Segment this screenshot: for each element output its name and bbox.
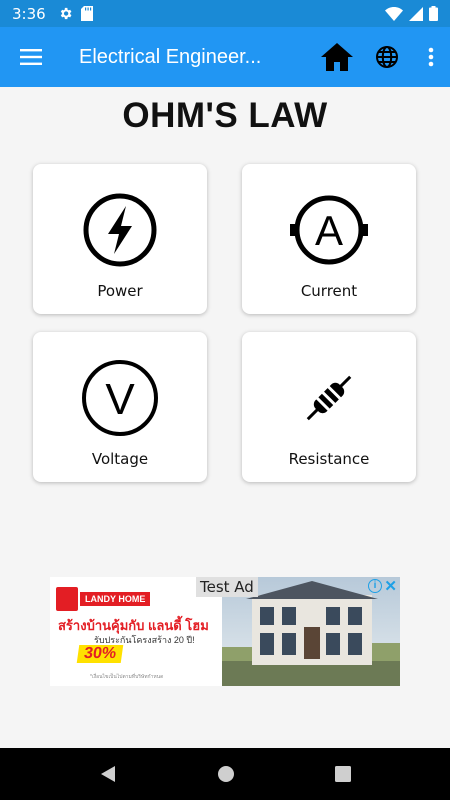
resistor-icon — [289, 358, 369, 438]
ad-info-icon[interactable]: i — [368, 579, 382, 593]
status-bar: 3:36 — [0, 0, 450, 27]
hamburger-menu-icon — [20, 49, 42, 65]
system-nav-bar — [0, 748, 450, 800]
ad-close-icon[interactable]: ✕ — [384, 577, 397, 595]
current-card[interactable]: A Current — [242, 164, 416, 314]
ad-banner[interactable]: LANDY HOME สร้างบ้านคุ้มกับ แลนดี้ โฮม ร… — [50, 577, 400, 686]
sd-card-icon — [80, 6, 93, 21]
home-nav-icon[interactable] — [217, 765, 235, 783]
overflow-menu-button[interactable] — [412, 27, 450, 87]
ad-label: Test Ad — [196, 577, 258, 597]
app-title: Electrical Engineer... — [79, 45, 262, 68]
svg-text:A: A — [315, 207, 343, 254]
cell-signal-icon — [409, 6, 423, 21]
power-label: Power — [97, 282, 143, 300]
voltage-card[interactable]: V Voltage — [33, 332, 207, 482]
recents-icon[interactable] — [335, 766, 351, 782]
app-bar: Electrical Engineer... — [0, 27, 450, 87]
more-vert-icon — [428, 47, 434, 67]
power-card[interactable]: Power — [33, 164, 207, 314]
settings-gear-icon — [60, 7, 72, 20]
menu-button[interactable] — [0, 27, 62, 87]
home-button[interactable] — [312, 27, 362, 87]
resistance-label: Resistance — [288, 450, 370, 468]
current-label: Current — [300, 282, 358, 300]
back-icon[interactable] — [99, 765, 117, 783]
resistance-card[interactable]: Resistance — [242, 332, 416, 482]
language-button[interactable] — [362, 27, 412, 87]
ad-brand-logo: LANDY HOME — [56, 587, 151, 611]
home-icon — [321, 43, 353, 71]
power-lightning-icon — [80, 190, 160, 270]
ad-fine-print: *เงื่อนไขเป็นไปตามที่บริษัทกำหนด — [90, 674, 164, 680]
wifi-icon — [385, 6, 403, 21]
globe-icon — [376, 46, 398, 68]
voltmeter-icon: V — [80, 358, 160, 438]
ad-promo: 30% — [76, 645, 124, 663]
ammeter-icon: A — [289, 190, 369, 270]
voltage-label: Voltage — [91, 450, 149, 468]
battery-icon — [429, 6, 438, 21]
svg-text:V: V — [105, 375, 135, 424]
page-title: OHM'S LAW — [122, 96, 328, 135]
status-time: 3:36 — [12, 4, 46, 23]
